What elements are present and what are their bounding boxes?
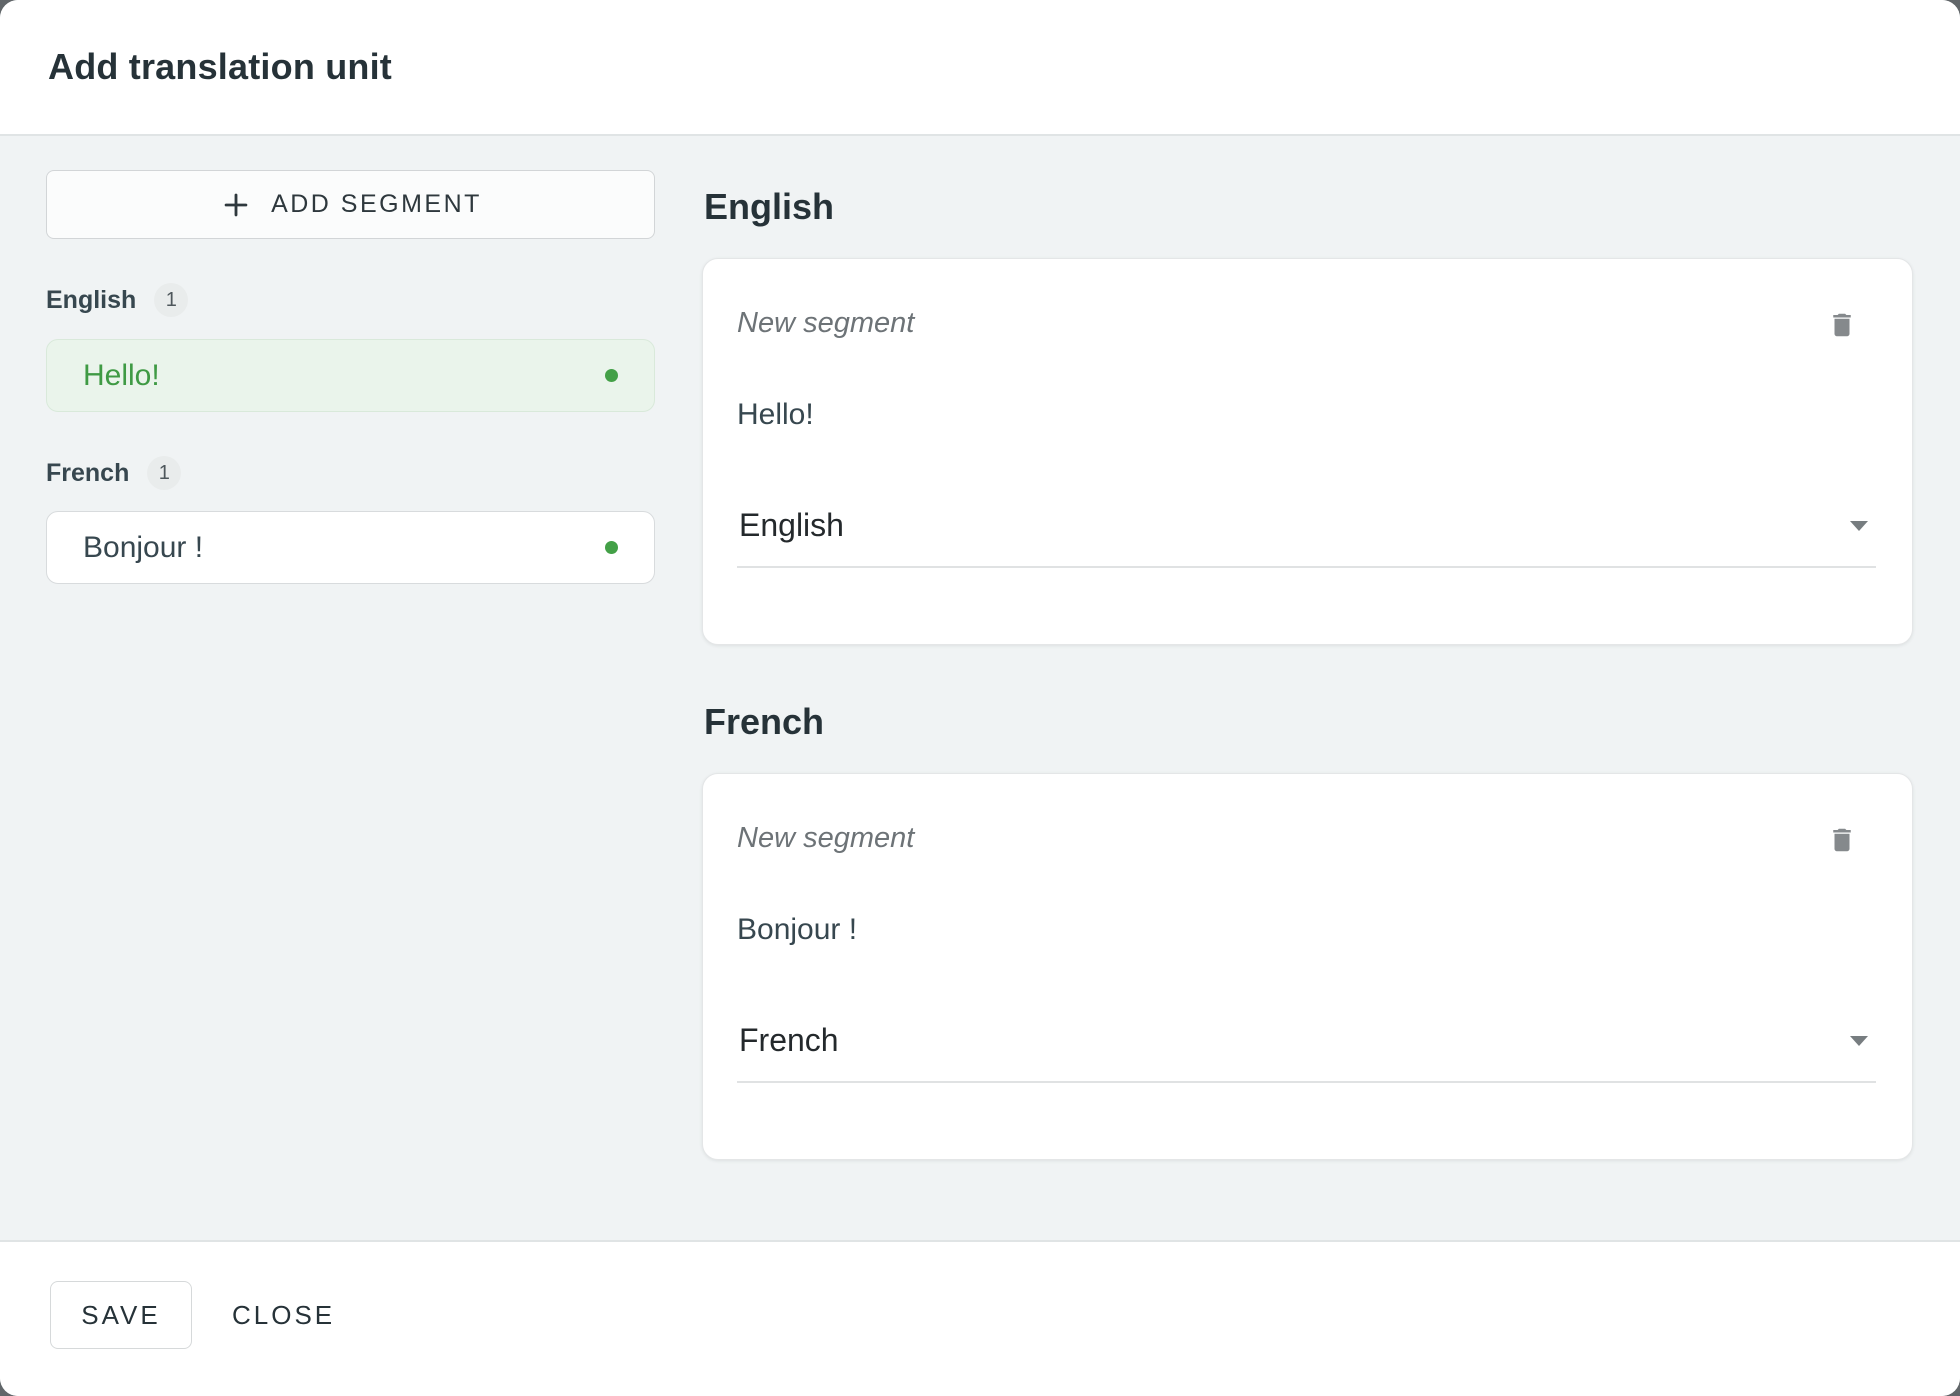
dialog-header: Add translation unit [0, 0, 1960, 134]
add-segment-label: ADD SEGMENT [271, 190, 482, 219]
status-dot-icon [605, 541, 618, 554]
add-translation-unit-dialog: Add translation unit ADD SEGMENT English… [0, 0, 1960, 1396]
language-select-value: English [739, 507, 844, 544]
new-segment-label: New segment [737, 299, 914, 340]
language-select[interactable]: English [737, 507, 1876, 568]
plus-icon [219, 188, 253, 222]
delete-segment-button[interactable] [1820, 818, 1864, 862]
dropdown-arrow-icon [1850, 521, 1868, 531]
language-group-header-english: English 1 [46, 283, 655, 317]
dialog-footer: SAVE CLOSE [0, 1240, 1960, 1396]
editor-heading-french: French [704, 701, 1913, 743]
segment-editor-card-english: New segment Hello! English [702, 258, 1913, 645]
language-group-header-french: French 1 [46, 456, 655, 490]
segments-sidebar: ADD SEGMENT English 1 Hello! French 1 Bo… [46, 170, 655, 1240]
segment-list-item-english[interactable]: Hello! [46, 339, 655, 412]
trash-icon [1827, 825, 1857, 855]
delete-segment-button[interactable] [1820, 303, 1864, 347]
language-select[interactable]: French [737, 1022, 1876, 1083]
segment-text: Bonjour ! [83, 531, 203, 565]
language-label: French [46, 459, 129, 488]
close-button[interactable]: CLOSE [226, 1290, 341, 1341]
editor-heading-english: English [704, 186, 1913, 228]
new-segment-label: New segment [737, 814, 914, 855]
trash-icon [1827, 310, 1857, 340]
segment-text-input[interactable]: Hello! [737, 395, 1876, 435]
language-select-value: French [739, 1022, 839, 1059]
segment-editor-card-french: New segment Bonjour ! French [702, 773, 1913, 1160]
language-label: English [46, 286, 136, 315]
segment-count-badge: 1 [154, 283, 188, 317]
dialog-title: Add translation unit [48, 46, 392, 88]
add-segment-button[interactable]: ADD SEGMENT [46, 170, 655, 239]
card-top-row: New segment [737, 299, 1876, 347]
card-top-row: New segment [737, 814, 1876, 862]
dialog-body: ADD SEGMENT English 1 Hello! French 1 Bo… [0, 134, 1960, 1240]
editors-panel: English New segment Hello! English Frenc… [702, 170, 1913, 1240]
segment-list-item-french[interactable]: Bonjour ! [46, 511, 655, 584]
segment-text: Hello! [83, 359, 160, 393]
segment-count-badge: 1 [147, 456, 181, 490]
segment-text-input[interactable]: Bonjour ! [737, 910, 1876, 950]
save-button[interactable]: SAVE [50, 1281, 192, 1349]
status-dot-icon [605, 369, 618, 382]
dropdown-arrow-icon [1850, 1036, 1868, 1046]
